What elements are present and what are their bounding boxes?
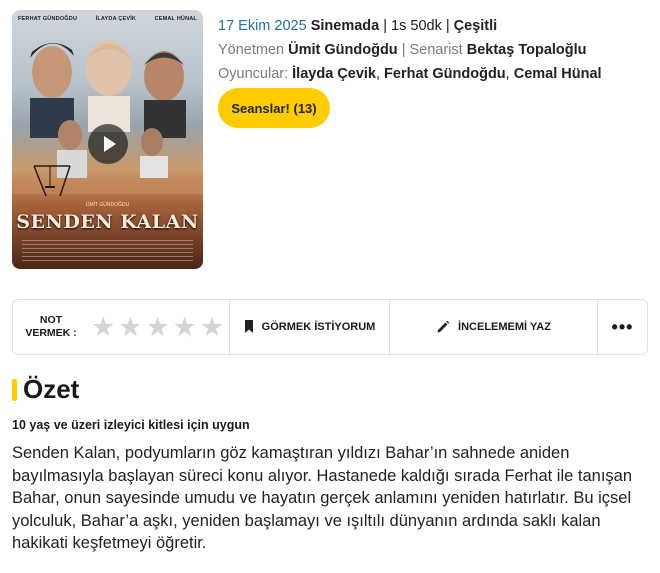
- poster-fine-print: [22, 240, 193, 262]
- poster-title: SENDEN KALAN: [16, 211, 199, 233]
- cast-link[interactable]: Cemal Hünal: [514, 66, 602, 82]
- release-date: 17 Ekim 2025: [218, 18, 307, 34]
- cast-line: Oyuncular: İlayda Çevik, Ferhat Gündoğdu…: [218, 66, 602, 82]
- write-review-button[interactable]: İNCELEMEMİ YAZ: [390, 300, 598, 354]
- want-to-watch-button[interactable]: GÖRMEK İSTİYORUM: [230, 300, 390, 354]
- poster-credit: İLAYDA ÇEVİK: [95, 16, 137, 22]
- duration: 1s 50dk: [391, 18, 442, 34]
- poster-credits: FERHAT GÜNDOĞDU İLAYDA ÇEVİK CEMAL HÜNAL: [12, 16, 203, 22]
- star-icon[interactable]: ★: [91, 314, 115, 341]
- release-line: 17 Ekim 2025 Sinemada | 1s 50dk | Çeşitl…: [218, 18, 498, 34]
- director-label: Yönetmen: [218, 42, 285, 58]
- writer-link[interactable]: Bektaş Topaloğlu: [467, 42, 587, 58]
- summary-heading: Özet: [12, 374, 79, 405]
- crew-line: Yönetmen Ümit Gündoğdu | Senarist Bektaş…: [218, 42, 587, 58]
- want-label: GÖRMEK İSTİYORUM: [261, 321, 376, 333]
- release-venue[interactable]: Sinemada: [311, 18, 380, 34]
- rating-section: NOT VERMEK : ★ ★ ★ ★ ★: [13, 300, 230, 354]
- heading-accent-bar: [12, 378, 17, 401]
- movie-poster[interactable]: FERHAT GÜNDOĞDU İLAYDA ÇEVİK CEMAL HÜNAL…: [12, 10, 203, 269]
- action-bar: NOT VERMEK : ★ ★ ★ ★ ★ GÖRMEK İSTİYORUM …: [12, 299, 648, 355]
- star-icon[interactable]: ★: [118, 314, 142, 341]
- star-icon[interactable]: ★: [173, 314, 197, 341]
- poster-credit: FERHAT GÜNDOĞDU: [18, 16, 78, 22]
- summary-title: Özet: [23, 374, 80, 404]
- more-icon: •••: [611, 316, 634, 337]
- pencil-icon: [437, 320, 450, 333]
- rate-label-line: VERMEK :: [25, 327, 77, 339]
- more-options-button[interactable]: •••: [598, 300, 647, 354]
- age-rating: 10 yaş ve üzeri izleyici kitlesi için uy…: [12, 418, 250, 432]
- star-icon[interactable]: ★: [200, 314, 224, 341]
- rate-label: NOT VERMEK :: [21, 314, 81, 340]
- movie-info: 17 Ekim 2025 Sinemada | 1s 50dk | Çeşitl…: [218, 14, 648, 86]
- director-link[interactable]: Ümit Gündoğdu: [288, 42, 398, 58]
- cast-label: Oyuncular:: [218, 66, 289, 82]
- poster-director: ÜMİT GÜNDOĞDU: [85, 202, 130, 208]
- rate-label-line: NOT: [39, 314, 63, 326]
- star-rating: ★ ★ ★ ★ ★: [91, 314, 224, 341]
- cast-link[interactable]: İlayda Çevik: [292, 66, 376, 82]
- bookmark-icon: [244, 320, 253, 333]
- play-trailer-button[interactable]: [88, 124, 128, 164]
- writer-label: Senarist: [409, 42, 463, 58]
- review-label: İNCELEMEMİ YAZ: [458, 321, 551, 333]
- summary-text: Senden Kalan, podyumların göz kamaştıran…: [12, 444, 633, 553]
- poster-credit: CEMAL HÜNAL: [154, 16, 197, 22]
- genre-link[interactable]: Çeşitli: [454, 18, 498, 34]
- cast-link[interactable]: Ferhat Gündoğdu: [384, 66, 506, 82]
- showtimes-button[interactable]: Seanslar! (13): [218, 88, 330, 128]
- star-icon[interactable]: ★: [145, 314, 169, 341]
